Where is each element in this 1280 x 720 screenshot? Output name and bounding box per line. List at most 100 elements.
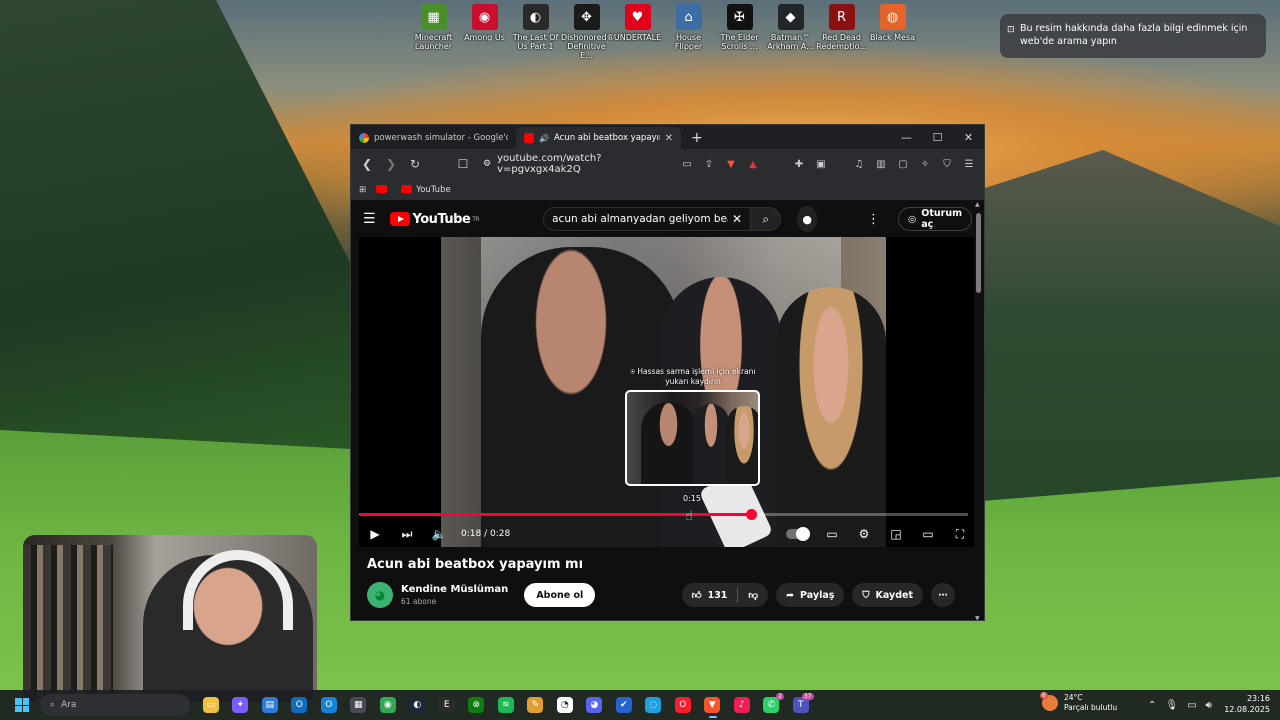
- desktop-shortcut[interactable]: ♥ UNDERTALE: [612, 4, 663, 60]
- back-button[interactable]: ❮: [357, 154, 377, 174]
- desktop-shortcut[interactable]: ▦ Minecraft Launcher: [408, 4, 459, 60]
- taskbar-app[interactable]: ▦: [344, 690, 374, 720]
- taskbar-app[interactable]: ⊗: [462, 690, 492, 720]
- taskbar-app[interactable]: O: [285, 690, 315, 720]
- clock[interactable]: 23:16 12.08.2025: [1224, 693, 1270, 715]
- extensions-icon[interactable]: ✚: [790, 155, 808, 173]
- taskbar-search-input[interactable]: ⌕ Ara: [40, 694, 190, 716]
- lens-search-tip[interactable]: ⊡ Bu resim hakkında daha fazla bilgi edi…: [1000, 14, 1266, 58]
- desktop-shortcut[interactable]: ✠ The Elder Scrolls ...: [714, 4, 765, 60]
- media-icon[interactable]: ♫: [850, 155, 868, 173]
- start-button[interactable]: [8, 690, 36, 720]
- channel-name[interactable]: Kendine Müslüman: [401, 584, 508, 595]
- microphone-tray-icon[interactable]: 🎙︎: [1165, 700, 1178, 711]
- taskbar-app[interactable]: ✦: [226, 690, 256, 720]
- desktop-shortcut[interactable]: ◆ Batman™ Arkham A...: [765, 4, 816, 60]
- channel-avatar[interactable]: ◕: [367, 582, 393, 608]
- taskbar-app[interactable]: ✎: [521, 690, 551, 720]
- tab-google-search[interactable]: powerwash simulator - Google'da Ara: [351, 127, 516, 149]
- taskbar-app[interactable]: ≋: [491, 690, 521, 720]
- desktop-shortcut[interactable]: ◐ The Last Of Us Part 1: [510, 4, 561, 60]
- reload-button[interactable]: ↻: [405, 154, 425, 174]
- brave-rewards-icon[interactable]: ▲: [744, 155, 762, 173]
- desktop-shortcut[interactable]: R Red Dead Redemptio...: [816, 4, 867, 60]
- brave-shields-icon[interactable]: ▼: [722, 155, 740, 173]
- network-icon[interactable]: ▭: [1187, 700, 1196, 711]
- share-button[interactable]: ➦ Paylaş: [776, 583, 845, 607]
- next-button[interactable]: ⏭: [391, 521, 423, 547]
- subscribe-button[interactable]: Abone ol: [524, 583, 596, 607]
- taskbar-app[interactable]: ▼: [698, 690, 728, 720]
- guide-menu-icon[interactable]: ☰: [363, 211, 380, 227]
- forward-button[interactable]: ❯: [381, 154, 401, 174]
- taskbar-app[interactable]: ◐: [403, 690, 433, 720]
- theater-mode-button[interactable]: ▭: [912, 521, 944, 547]
- voice-search-button[interactable]: ●: [797, 206, 817, 232]
- dislike-button[interactable]: 👎︎: [738, 583, 768, 607]
- taskbar-app[interactable]: ♪: [727, 690, 757, 720]
- video-player[interactable]: ⍟ Hassas sarma işlemi için ekranı yukarı…: [359, 237, 976, 547]
- taskbar-app[interactable]: E: [432, 690, 462, 720]
- desktop-shortcut[interactable]: ◍ Black Mesa: [867, 4, 918, 60]
- youtube-logo[interactable]: YouTube TR: [389, 212, 480, 227]
- miniplayer-button[interactable]: ◲: [880, 521, 912, 547]
- taskbar-app[interactable]: ✆ 2: [757, 690, 787, 720]
- more-options-icon[interactable]: ⋮: [867, 212, 880, 227]
- progress-bar[interactable]: [359, 509, 968, 520]
- scroll-down-icon[interactable]: ▼: [975, 615, 980, 620]
- desktop-shortcut[interactable]: ✥ Dishonored® Definitive E...: [561, 4, 615, 60]
- bookmark-youtube[interactable]: YouTube: [401, 185, 451, 195]
- speaker-icon[interactable]: 🔊︎: [1206, 700, 1212, 711]
- taskbar-app[interactable]: T 37: [786, 690, 816, 720]
- tab-youtube-video[interactable]: 🔊 Acun abi beatbox yapayım mı ✕: [516, 127, 681, 149]
- autoplay-toggle[interactable]: [786, 527, 810, 541]
- scroll-up-icon[interactable]: ▲: [975, 201, 980, 208]
- search-input[interactable]: acun abi almanyadan geliyom beatbox ✕: [543, 207, 752, 231]
- taskbar-app[interactable]: ▭: [196, 690, 226, 720]
- taskbar-app[interactable]: ◕: [580, 690, 610, 720]
- more-actions-button[interactable]: ⋯: [931, 583, 955, 607]
- taskbar-app[interactable]: ◔: [550, 690, 580, 720]
- new-tab-button[interactable]: +: [681, 130, 713, 149]
- settings-button[interactable]: ⚙: [848, 521, 880, 547]
- site-info-icon[interactable]: ⚙: [483, 159, 491, 169]
- bookmark-youtube-shortcut[interactable]: [376, 185, 391, 195]
- close-tab-icon[interactable]: ✕: [665, 133, 673, 144]
- page-scrollbar[interactable]: ▲ ▼: [974, 201, 984, 620]
- sidebar-icon[interactable]: ▥: [872, 155, 890, 173]
- sign-in-button[interactable]: ◎ Oturum aç: [897, 207, 972, 231]
- clear-search-icon[interactable]: ✕: [732, 212, 742, 226]
- cast-icon[interactable]: ▭: [678, 155, 696, 173]
- wallet-icon[interactable]: ▢: [894, 155, 912, 173]
- leo-ai-icon[interactable]: ✧: [916, 155, 934, 173]
- address-bar[interactable]: ⚙ youtube.com/watch?v=pgvxgx4ak2Q: [477, 153, 674, 175]
- taskbar-app[interactable]: ◌: [639, 690, 669, 720]
- desktop-shortcut[interactable]: ⌂ House Flipper: [663, 4, 714, 60]
- taskbar-app[interactable]: ▤: [255, 690, 285, 720]
- fullscreen-button[interactable]: ⛶: [944, 521, 976, 547]
- like-button[interactable]: 👍︎ 131: [682, 583, 738, 607]
- taskbar-app[interactable]: ✔: [609, 690, 639, 720]
- save-button[interactable]: ⛉ Kaydet: [852, 583, 923, 607]
- vpn-icon[interactable]: ⛉: [938, 155, 956, 173]
- search-button[interactable]: ⌕: [751, 207, 782, 231]
- bookmark-icon[interactable]: ☐: [453, 154, 473, 174]
- desktop-shortcut[interactable]: ◉ Among Us: [459, 4, 510, 60]
- scrubber-handle[interactable]: [745, 509, 757, 520]
- minimize-button[interactable]: —: [891, 125, 922, 149]
- menu-icon[interactable]: ☰: [960, 155, 978, 173]
- screenshot-icon[interactable]: ▣: [812, 155, 830, 173]
- apps-grid-icon[interactable]: ⊞: [359, 185, 366, 195]
- audio-playing-icon[interactable]: 🔊: [539, 134, 549, 143]
- weather-widget[interactable]: 6 24°C Parçalı bulutlu: [1040, 692, 1117, 713]
- taskbar-app[interactable]: ◉: [373, 690, 403, 720]
- share-page-icon[interactable]: ⇪: [700, 155, 718, 173]
- scrollbar-thumb[interactable]: [976, 213, 981, 293]
- taskbar-app[interactable]: O: [314, 690, 344, 720]
- maximize-button[interactable]: ☐: [922, 125, 953, 149]
- taskbar-app[interactable]: O: [668, 690, 698, 720]
- subtitles-button[interactable]: ▭: [816, 521, 848, 547]
- play-button[interactable]: ▶: [359, 521, 391, 547]
- close-window-button[interactable]: ✕: [953, 125, 984, 149]
- volume-button[interactable]: 🔈: [423, 521, 455, 547]
